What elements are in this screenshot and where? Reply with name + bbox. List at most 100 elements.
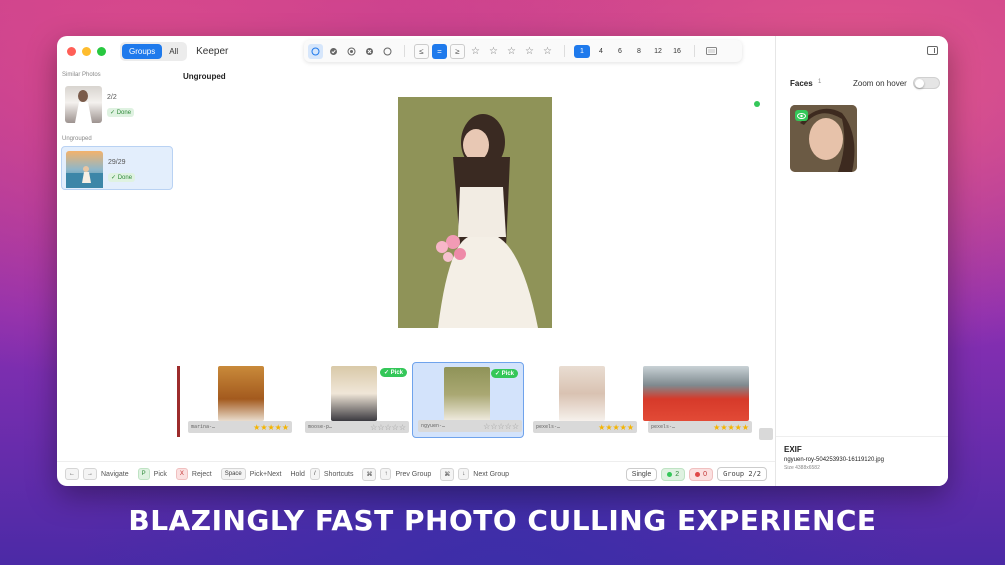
status-badge: ✓ Done <box>108 173 136 182</box>
tab-groups[interactable]: Groups <box>122 43 163 59</box>
group-indicator: Group 2/2 <box>717 467 767 481</box>
picked-count: 2 <box>675 470 680 478</box>
grid-size-1[interactable]: 1 <box>574 44 590 58</box>
key-pick: P <box>137 468 150 480</box>
film-item-selected[interactable]: ✓ Pick ngyuen-… ☆☆☆☆☆ <box>412 362 524 438</box>
key-slash: / <box>309 468 320 480</box>
film-info-bar: marina-… ★★★★★ <box>188 421 292 433</box>
exif-size: Size 4388x6582 <box>784 465 820 471</box>
minimize-window-button[interactable] <box>82 46 91 56</box>
film-item[interactable]: pexels-… ★★★★★ <box>528 362 640 438</box>
group-thumbnail <box>66 151 103 188</box>
grid-size-16[interactable]: 16 <box>669 45 685 58</box>
inspector-panel: Faces 1 Zoom on hover EXIF ngyuen-roy-50… <box>775 36 948 486</box>
exif-heading: EXIF <box>784 445 802 454</box>
rating-stars[interactable]: ★★★★★ <box>253 423 289 432</box>
film-filename: pexels-… <box>651 424 676 430</box>
rating-stars[interactable]: ☆☆☆☆☆ <box>370 423 406 432</box>
compare-lte-button[interactable]: ≤ <box>414 43 429 59</box>
star-filter-5[interactable]: ☆ <box>540 46 555 57</box>
toolbar-divider <box>564 45 565 57</box>
group-card-ungrouped[interactable]: 29/29 ✓ Done <box>61 146 173 190</box>
hint-next-group: Next Group <box>473 470 510 478</box>
beach-image <box>66 166 103 188</box>
compare-gte-button[interactable]: ≥ <box>450 43 465 59</box>
film-item[interactable]: pexels-… ★★★★★ <box>643 362 755 438</box>
view-segmented-control: Groups All <box>120 41 188 61</box>
film-filename: moose-p… <box>308 424 333 430</box>
main-viewer: Ungrouped marina-… ★★★★★ ✓ Pick moose-p…… <box>177 66 775 461</box>
status-indicator <box>754 101 760 107</box>
rating-stars[interactable]: ★★★★★ <box>598 423 634 432</box>
keyboard-button[interactable] <box>704 44 719 59</box>
star-filter-2[interactable]: ☆ <box>486 46 501 57</box>
mode-single-button[interactable]: Single <box>625 467 658 481</box>
compare-eq-button[interactable]: = <box>432 43 447 59</box>
hint-reject: Reject <box>191 470 212 478</box>
star-filter-3[interactable]: ☆ <box>504 46 519 57</box>
rejected-count: 0 <box>703 470 708 478</box>
pick-badge: ✓ Pick <box>379 368 407 377</box>
toolbar-divider <box>694 45 695 57</box>
filter-none-button[interactable] <box>380 44 395 59</box>
film-item[interactable]: ✓ Pick moose-p… ☆☆☆☆☆ <box>300 362 412 438</box>
grid-size-12[interactable]: 12 <box>650 45 666 58</box>
empty-circle-icon <box>383 47 392 55</box>
filter-picked-button[interactable] <box>326 44 341 59</box>
group-progress: 29/29 <box>108 159 126 166</box>
reject-circle-icon <box>347 47 356 55</box>
film-item[interactable]: marina-… ★★★★★ <box>183 362 295 438</box>
grid-size-4[interactable]: 4 <box>593 45 609 58</box>
sidebar-toggle-icon[interactable] <box>927 46 938 55</box>
grid-size-6[interactable]: 6 <box>612 45 628 58</box>
film-filename: ngyuen-… <box>421 423 446 429</box>
rating-stars[interactable]: ★★★★★ <box>713 423 749 432</box>
key-up-arrow: ↑ <box>380 468 392 480</box>
eye-icon <box>795 110 808 121</box>
faces-heading: Faces <box>790 79 813 88</box>
grid-size-8[interactable]: 8 <box>631 45 647 58</box>
exif-section: EXIF ngyuen-roy-504253930-16119120.jpg S… <box>776 436 948 486</box>
zoom-window-button[interactable] <box>97 46 106 56</box>
filter-all-button[interactable] <box>308 43 323 59</box>
app-name: Keeper <box>196 45 229 57</box>
film-info-bar: moose-p… ☆☆☆☆☆ <box>305 421 409 433</box>
hint-pick-next: Pick+Next <box>249 470 282 478</box>
bride-image <box>75 90 92 123</box>
filter-rejected-button[interactable] <box>362 44 377 59</box>
section-label-similar: Similar Photos <box>62 72 101 78</box>
zoom-on-hover-toggle[interactable] <box>913 77 940 89</box>
rejected-dot-icon <box>695 471 701 477</box>
key-command: ⌘ <box>362 467 377 481</box>
main-photo[interactable] <box>398 97 552 328</box>
star-filter-1[interactable]: ☆ <box>468 46 483 57</box>
hint-prev-group: Prev Group <box>395 470 432 478</box>
key-space: Space <box>220 468 246 480</box>
status-badge: ✓ Done <box>107 108 135 117</box>
tab-all[interactable]: All <box>162 44 185 59</box>
shortcut-bar: ← → Navigate P Pick X Reject Space Pick+… <box>57 461 775 486</box>
group-card-similar[interactable]: 2/2 ✓ Done <box>61 82 173 126</box>
filmstrip-edge-thumb[interactable] <box>759 428 773 440</box>
filter-unreviewed-button[interactable] <box>344 44 359 59</box>
rating-stars[interactable]: ☆☆☆☆☆ <box>483 422 519 431</box>
filmstrip-edge-thumb[interactable] <box>177 366 180 437</box>
picked-dot-icon <box>667 471 673 477</box>
rejected-count-badge[interactable]: 0 <box>689 467 714 481</box>
film-thumbnail <box>559 366 605 421</box>
close-window-button[interactable] <box>67 46 76 56</box>
filter-toolbar: ≤ = ≥ ☆ ☆ ☆ ☆ ☆ 1 4 6 8 12 16 <box>304 40 742 62</box>
circle-outline-icon <box>311 47 320 55</box>
page-title: Ungrouped <box>183 72 226 81</box>
faces-count: 1 <box>818 79 822 85</box>
zoom-on-hover-label: Zoom on hover <box>853 79 907 88</box>
face-thumbnail[interactable] <box>790 105 857 172</box>
hint-pick: Pick <box>153 470 167 478</box>
hint-hold: Hold <box>290 470 305 478</box>
film-info-bar: pexels-… ★★★★★ <box>648 421 752 433</box>
film-thumbnail <box>643 366 749 421</box>
star-filter-4[interactable]: ☆ <box>522 46 537 57</box>
filmstrip: marina-… ★★★★★ ✓ Pick moose-p… ☆☆☆☆☆ ✓ P… <box>177 362 775 440</box>
hint-navigate: Navigate <box>101 470 129 478</box>
picked-count-badge[interactable]: 2 <box>661 467 686 481</box>
